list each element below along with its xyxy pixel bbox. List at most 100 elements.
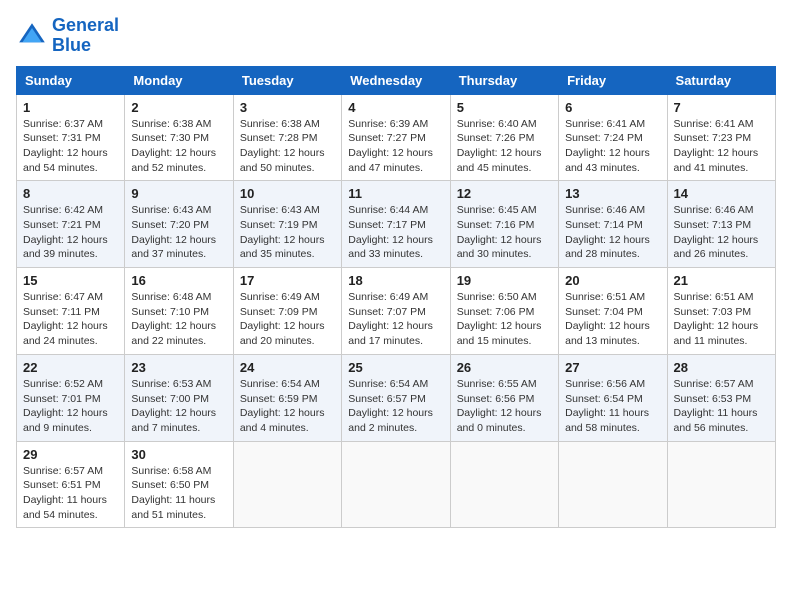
day-info: Sunrise: 6:44 AM Sunset: 7:17 PM Dayligh… bbox=[348, 203, 443, 262]
day-number: 18 bbox=[348, 273, 443, 288]
day-number: 27 bbox=[565, 360, 660, 375]
day-number: 26 bbox=[457, 360, 552, 375]
calendar-week-row: 1 Sunrise: 6:37 AM Sunset: 7:31 PM Dayli… bbox=[17, 94, 776, 181]
day-info: Sunrise: 6:54 AM Sunset: 6:57 PM Dayligh… bbox=[348, 377, 443, 436]
day-info: Sunrise: 6:51 AM Sunset: 7:03 PM Dayligh… bbox=[674, 290, 769, 349]
calendar-cell: 26 Sunrise: 6:55 AM Sunset: 6:56 PM Dayl… bbox=[450, 354, 558, 441]
day-number: 7 bbox=[674, 100, 769, 115]
day-number: 15 bbox=[23, 273, 118, 288]
day-number: 30 bbox=[131, 447, 226, 462]
calendar-cell: 9 Sunrise: 6:43 AM Sunset: 7:20 PM Dayli… bbox=[125, 181, 233, 268]
day-info: Sunrise: 6:39 AM Sunset: 7:27 PM Dayligh… bbox=[348, 117, 443, 176]
calendar-cell bbox=[342, 441, 450, 528]
calendar-cell: 5 Sunrise: 6:40 AM Sunset: 7:26 PM Dayli… bbox=[450, 94, 558, 181]
calendar-week-row: 29 Sunrise: 6:57 AM Sunset: 6:51 PM Dayl… bbox=[17, 441, 776, 528]
calendar-cell: 20 Sunrise: 6:51 AM Sunset: 7:04 PM Dayl… bbox=[559, 268, 667, 355]
calendar-cell: 19 Sunrise: 6:50 AM Sunset: 7:06 PM Dayl… bbox=[450, 268, 558, 355]
day-number: 8 bbox=[23, 186, 118, 201]
calendar-cell: 7 Sunrise: 6:41 AM Sunset: 7:23 PM Dayli… bbox=[667, 94, 775, 181]
calendar-cell bbox=[559, 441, 667, 528]
calendar-cell: 6 Sunrise: 6:41 AM Sunset: 7:24 PM Dayli… bbox=[559, 94, 667, 181]
day-info: Sunrise: 6:38 AM Sunset: 7:30 PM Dayligh… bbox=[131, 117, 226, 176]
calendar-table: SundayMondayTuesdayWednesdayThursdayFrid… bbox=[16, 66, 776, 529]
day-number: 10 bbox=[240, 186, 335, 201]
weekday-header-cell: Sunday bbox=[17, 66, 125, 94]
page-header: General Blue bbox=[16, 16, 776, 56]
day-info: Sunrise: 6:50 AM Sunset: 7:06 PM Dayligh… bbox=[457, 290, 552, 349]
day-number: 24 bbox=[240, 360, 335, 375]
day-number: 4 bbox=[348, 100, 443, 115]
day-number: 28 bbox=[674, 360, 769, 375]
day-info: Sunrise: 6:45 AM Sunset: 7:16 PM Dayligh… bbox=[457, 203, 552, 262]
day-number: 12 bbox=[457, 186, 552, 201]
day-info: Sunrise: 6:57 AM Sunset: 6:51 PM Dayligh… bbox=[23, 464, 118, 523]
day-info: Sunrise: 6:38 AM Sunset: 7:28 PM Dayligh… bbox=[240, 117, 335, 176]
day-number: 21 bbox=[674, 273, 769, 288]
day-info: Sunrise: 6:53 AM Sunset: 7:00 PM Dayligh… bbox=[131, 377, 226, 436]
day-info: Sunrise: 6:41 AM Sunset: 7:24 PM Dayligh… bbox=[565, 117, 660, 176]
day-info: Sunrise: 6:46 AM Sunset: 7:13 PM Dayligh… bbox=[674, 203, 769, 262]
day-number: 17 bbox=[240, 273, 335, 288]
day-info: Sunrise: 6:48 AM Sunset: 7:10 PM Dayligh… bbox=[131, 290, 226, 349]
day-number: 25 bbox=[348, 360, 443, 375]
weekday-header-cell: Saturday bbox=[667, 66, 775, 94]
weekday-header-cell: Wednesday bbox=[342, 66, 450, 94]
day-number: 6 bbox=[565, 100, 660, 115]
logo-text-general: General bbox=[52, 16, 119, 36]
calendar-cell: 18 Sunrise: 6:49 AM Sunset: 7:07 PM Dayl… bbox=[342, 268, 450, 355]
logo: General Blue bbox=[16, 16, 119, 56]
weekday-header-cell: Friday bbox=[559, 66, 667, 94]
calendar-cell: 27 Sunrise: 6:56 AM Sunset: 6:54 PM Dayl… bbox=[559, 354, 667, 441]
day-info: Sunrise: 6:42 AM Sunset: 7:21 PM Dayligh… bbox=[23, 203, 118, 262]
logo-text-blue: Blue bbox=[52, 36, 119, 56]
day-info: Sunrise: 6:52 AM Sunset: 7:01 PM Dayligh… bbox=[23, 377, 118, 436]
day-number: 2 bbox=[131, 100, 226, 115]
calendar-cell: 12 Sunrise: 6:45 AM Sunset: 7:16 PM Dayl… bbox=[450, 181, 558, 268]
calendar-cell: 15 Sunrise: 6:47 AM Sunset: 7:11 PM Dayl… bbox=[17, 268, 125, 355]
day-info: Sunrise: 6:56 AM Sunset: 6:54 PM Dayligh… bbox=[565, 377, 660, 436]
day-info: Sunrise: 6:43 AM Sunset: 7:20 PM Dayligh… bbox=[131, 203, 226, 262]
day-info: Sunrise: 6:54 AM Sunset: 6:59 PM Dayligh… bbox=[240, 377, 335, 436]
day-number: 29 bbox=[23, 447, 118, 462]
calendar-cell: 8 Sunrise: 6:42 AM Sunset: 7:21 PM Dayli… bbox=[17, 181, 125, 268]
day-number: 14 bbox=[674, 186, 769, 201]
calendar-cell: 14 Sunrise: 6:46 AM Sunset: 7:13 PM Dayl… bbox=[667, 181, 775, 268]
calendar-cell bbox=[667, 441, 775, 528]
day-info: Sunrise: 6:40 AM Sunset: 7:26 PM Dayligh… bbox=[457, 117, 552, 176]
calendar-week-row: 8 Sunrise: 6:42 AM Sunset: 7:21 PM Dayli… bbox=[17, 181, 776, 268]
day-number: 20 bbox=[565, 273, 660, 288]
calendar-cell: 28 Sunrise: 6:57 AM Sunset: 6:53 PM Dayl… bbox=[667, 354, 775, 441]
calendar-cell: 3 Sunrise: 6:38 AM Sunset: 7:28 PM Dayli… bbox=[233, 94, 341, 181]
calendar-cell: 4 Sunrise: 6:39 AM Sunset: 7:27 PM Dayli… bbox=[342, 94, 450, 181]
weekday-header-cell: Thursday bbox=[450, 66, 558, 94]
calendar-cell: 11 Sunrise: 6:44 AM Sunset: 7:17 PM Dayl… bbox=[342, 181, 450, 268]
day-info: Sunrise: 6:51 AM Sunset: 7:04 PM Dayligh… bbox=[565, 290, 660, 349]
calendar-cell bbox=[450, 441, 558, 528]
day-info: Sunrise: 6:58 AM Sunset: 6:50 PM Dayligh… bbox=[131, 464, 226, 523]
day-number: 9 bbox=[131, 186, 226, 201]
day-info: Sunrise: 6:41 AM Sunset: 7:23 PM Dayligh… bbox=[674, 117, 769, 176]
weekday-header-cell: Monday bbox=[125, 66, 233, 94]
calendar-cell: 10 Sunrise: 6:43 AM Sunset: 7:19 PM Dayl… bbox=[233, 181, 341, 268]
day-number: 19 bbox=[457, 273, 552, 288]
calendar-cell: 23 Sunrise: 6:53 AM Sunset: 7:00 PM Dayl… bbox=[125, 354, 233, 441]
day-number: 5 bbox=[457, 100, 552, 115]
day-number: 3 bbox=[240, 100, 335, 115]
day-info: Sunrise: 6:49 AM Sunset: 7:07 PM Dayligh… bbox=[348, 290, 443, 349]
calendar-week-row: 22 Sunrise: 6:52 AM Sunset: 7:01 PM Dayl… bbox=[17, 354, 776, 441]
day-info: Sunrise: 6:43 AM Sunset: 7:19 PM Dayligh… bbox=[240, 203, 335, 262]
logo-icon bbox=[16, 20, 48, 52]
calendar-cell: 29 Sunrise: 6:57 AM Sunset: 6:51 PM Dayl… bbox=[17, 441, 125, 528]
day-info: Sunrise: 6:37 AM Sunset: 7:31 PM Dayligh… bbox=[23, 117, 118, 176]
day-number: 1 bbox=[23, 100, 118, 115]
calendar-cell: 30 Sunrise: 6:58 AM Sunset: 6:50 PM Dayl… bbox=[125, 441, 233, 528]
calendar-cell: 22 Sunrise: 6:52 AM Sunset: 7:01 PM Dayl… bbox=[17, 354, 125, 441]
calendar-cell: 25 Sunrise: 6:54 AM Sunset: 6:57 PM Dayl… bbox=[342, 354, 450, 441]
day-number: 16 bbox=[131, 273, 226, 288]
day-number: 23 bbox=[131, 360, 226, 375]
day-info: Sunrise: 6:49 AM Sunset: 7:09 PM Dayligh… bbox=[240, 290, 335, 349]
day-number: 11 bbox=[348, 186, 443, 201]
weekday-header-cell: Tuesday bbox=[233, 66, 341, 94]
calendar-cell: 24 Sunrise: 6:54 AM Sunset: 6:59 PM Dayl… bbox=[233, 354, 341, 441]
calendar-week-row: 15 Sunrise: 6:47 AM Sunset: 7:11 PM Dayl… bbox=[17, 268, 776, 355]
